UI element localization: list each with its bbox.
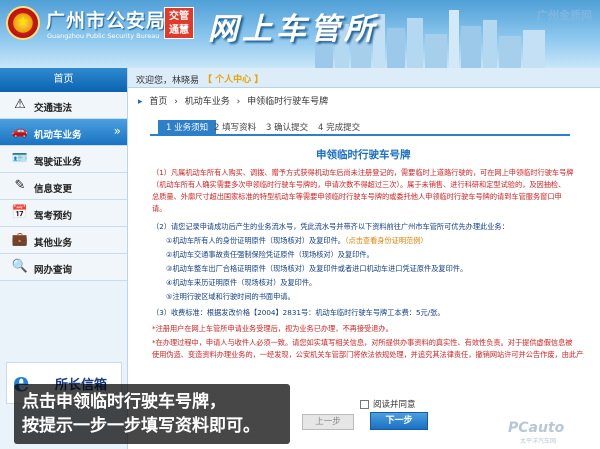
id-sample-link[interactable]: （点击查看身份证明范例） [345,236,428,245]
site-subtitle: Guangzhou Public Security Bureau [47,32,160,40]
pcauto-watermark: PCauto [508,420,565,436]
step-indicator: 1 业务须知 2 填写资料 3 确认提交 4 完成提交 [150,118,570,136]
breadcrumb-current: 申领临时行驶车号牌 [247,97,329,107]
chevron-right-icon: » [113,124,121,138]
breadcrumb-separator-icon: › [236,97,241,107]
notice-line: （2）请您记录申请成功后产生的业务流水号，凭此流水号并带齐以下资料前往广州市车管… [152,222,509,231]
site-header: ★ 广州市公安局 Guangzhou Public Security Burea… [0,0,600,68]
fee-text: （3）收费标准：根据发改价格【2004】2831号：机动车临时行驶车号牌工本费：… [152,308,445,317]
user-topbar: 欢迎您，林晓易 【 个人中心 】 [128,68,600,88]
agree-checkbox-row[interactable]: 阅读并同意 [360,398,416,410]
header-watermark: 广州金质网 [537,9,592,22]
step-4: 4 完成提交 [318,123,361,133]
home-icon: ▸ [138,97,143,107]
sidebar-item-label: 驾驶证业务 [34,157,82,168]
warning-line: *在办理过程中，申请人与收件人必须一致。请您如实填写相关信息，对所提供办事资料的… [152,338,573,347]
notice-panel: （1）凡属机动车所有人购买、调拨、赠予方式获得机动车后尚未注册登记的，需要临时上… [144,164,584,376]
warning-line: 使用伪造、变造资料办理业务的，一经发现，公安机关车管部门将依法依规处理，并追究其… [152,350,584,359]
sidebar-item-label: 驾考预约 [34,211,73,222]
warning-line: *注册用户在网上车管所申请业务受理后，视为业务已办理，不再接受退办。 [152,324,393,333]
breadcrumb: ▸ 首页 › 机动车业务 › 申领临时行驶车号牌 [138,94,332,108]
sidebar-home-tab[interactable]: 首页 [0,68,127,92]
welcome-text: 欢迎您，林晓易 [136,76,200,86]
site-title: 广州市公安局 [46,10,167,32]
prev-step-button[interactable]: 上一步 [302,414,354,430]
calendar-icon: 📅 [11,205,29,220]
caption-overlay: 点击申领临时行驶车号牌， 按提示一步一步填写资料即可。 [14,384,290,444]
sidebar-item-exam-booking[interactable]: 📅 驾考预约 [0,200,127,227]
sidebar-item-info-change[interactable]: ✎ 信息变更 [0,173,127,200]
sidebar-item-label: 交通违法 [34,103,73,114]
breadcrumb-vehicle[interactable]: 机动车业务 [185,97,230,107]
edit-icon: ✎ [14,178,26,193]
sidebar-item-label: 其他业务 [34,238,73,249]
search-icon: 🔍 [11,259,29,274]
notice-line: （1）凡属机动车所有人购买、调拨、赠予方式获得机动车后尚未注册登记的，需要临时上… [152,168,574,177]
notice-line: 请。 [152,204,167,213]
sidebar-item-label: 网办查询 [34,265,73,276]
traffic-badge-line2: 通慧 [169,25,189,36]
agree-label: 阅读并同意 [373,400,416,410]
sidebar-item-label: 机动车业务 [34,130,82,141]
requirement-item: ④机动车来历证明原件（现场核对）及复印件。 [166,278,317,287]
traffic-badge: 交管 通慧 [164,7,194,39]
step-1: 1 业务须知 [158,120,217,136]
traffic-badge-line1: 交管 [169,11,189,22]
sidebar-item-traffic-violation[interactable]: ⚠ 交通违法 [0,92,127,119]
form-title: 申领临时行驶车号牌 [316,149,411,161]
portal-title: 网上车管所 [208,12,378,47]
requirement-item: ③机动车整车出厂合格证明原件（现场核对）及复印件或者进口机动车进口凭证原件及复印… [166,264,468,273]
requirement-item: ⑤注明行驶区域和行驶时间的书面申请。 [166,292,295,301]
requirement-item: ①机动车所有人的身份证明原件（现场核对）及复印件。（点击查看身份证明范例） [166,236,428,246]
pcauto-watermark-sub: 太平洋汽车网 [520,438,557,445]
license-icon: 🪪 [11,151,29,166]
sidebar-item-license-business[interactable]: 🪪 驾驶证业务 [0,146,127,173]
agree-checkbox[interactable] [360,400,369,409]
sidebar-item-label: 信息变更 [34,184,73,195]
car-icon: 🚗 [11,124,29,139]
briefcase-icon: 💼 [11,232,29,247]
sidebar-item-other-business[interactable]: 💼 其他业务 [0,227,127,254]
police-emblem-icon: ★ [6,6,40,40]
caption-line: 点击申领临时行驶车号牌， [22,392,226,412]
step-2: 2 填写资料 [214,123,257,133]
breadcrumb-home[interactable]: 首页 [149,97,167,107]
notice-line: 总质量、外廓尺寸超出国家标准的特型机动车等需要申领临时行驶车号牌的或委托他人申领… [152,192,562,201]
breadcrumb-separator-icon: › [174,97,178,107]
sidebar-item-vehicle-business[interactable]: 🚗 机动车业务 » [0,119,127,146]
next-step-button[interactable]: 下一步 [370,412,428,430]
requirement-item: ②机动车交通事故责任强制保险凭证原件（现场核对）及复印件。 [166,250,374,259]
warning-icon: ⚠ [14,97,26,112]
personal-center-link[interactable]: 【 个人中心 】 [203,72,263,85]
sidebar-item-online-query[interactable]: 🔍 网办查询 [0,254,127,281]
notice-line: （机动车所有人确实需要多次申领临时行驶车号牌的，申请次数不得超过三次）。属于未销… [152,180,566,189]
step-3: 3 确认提交 [266,123,309,133]
requirement-text: ①机动车所有人的身份证明原件（现场核对）及复印件。 [166,236,345,245]
caption-line: 按提示一步一步填写资料即可。 [22,416,260,436]
